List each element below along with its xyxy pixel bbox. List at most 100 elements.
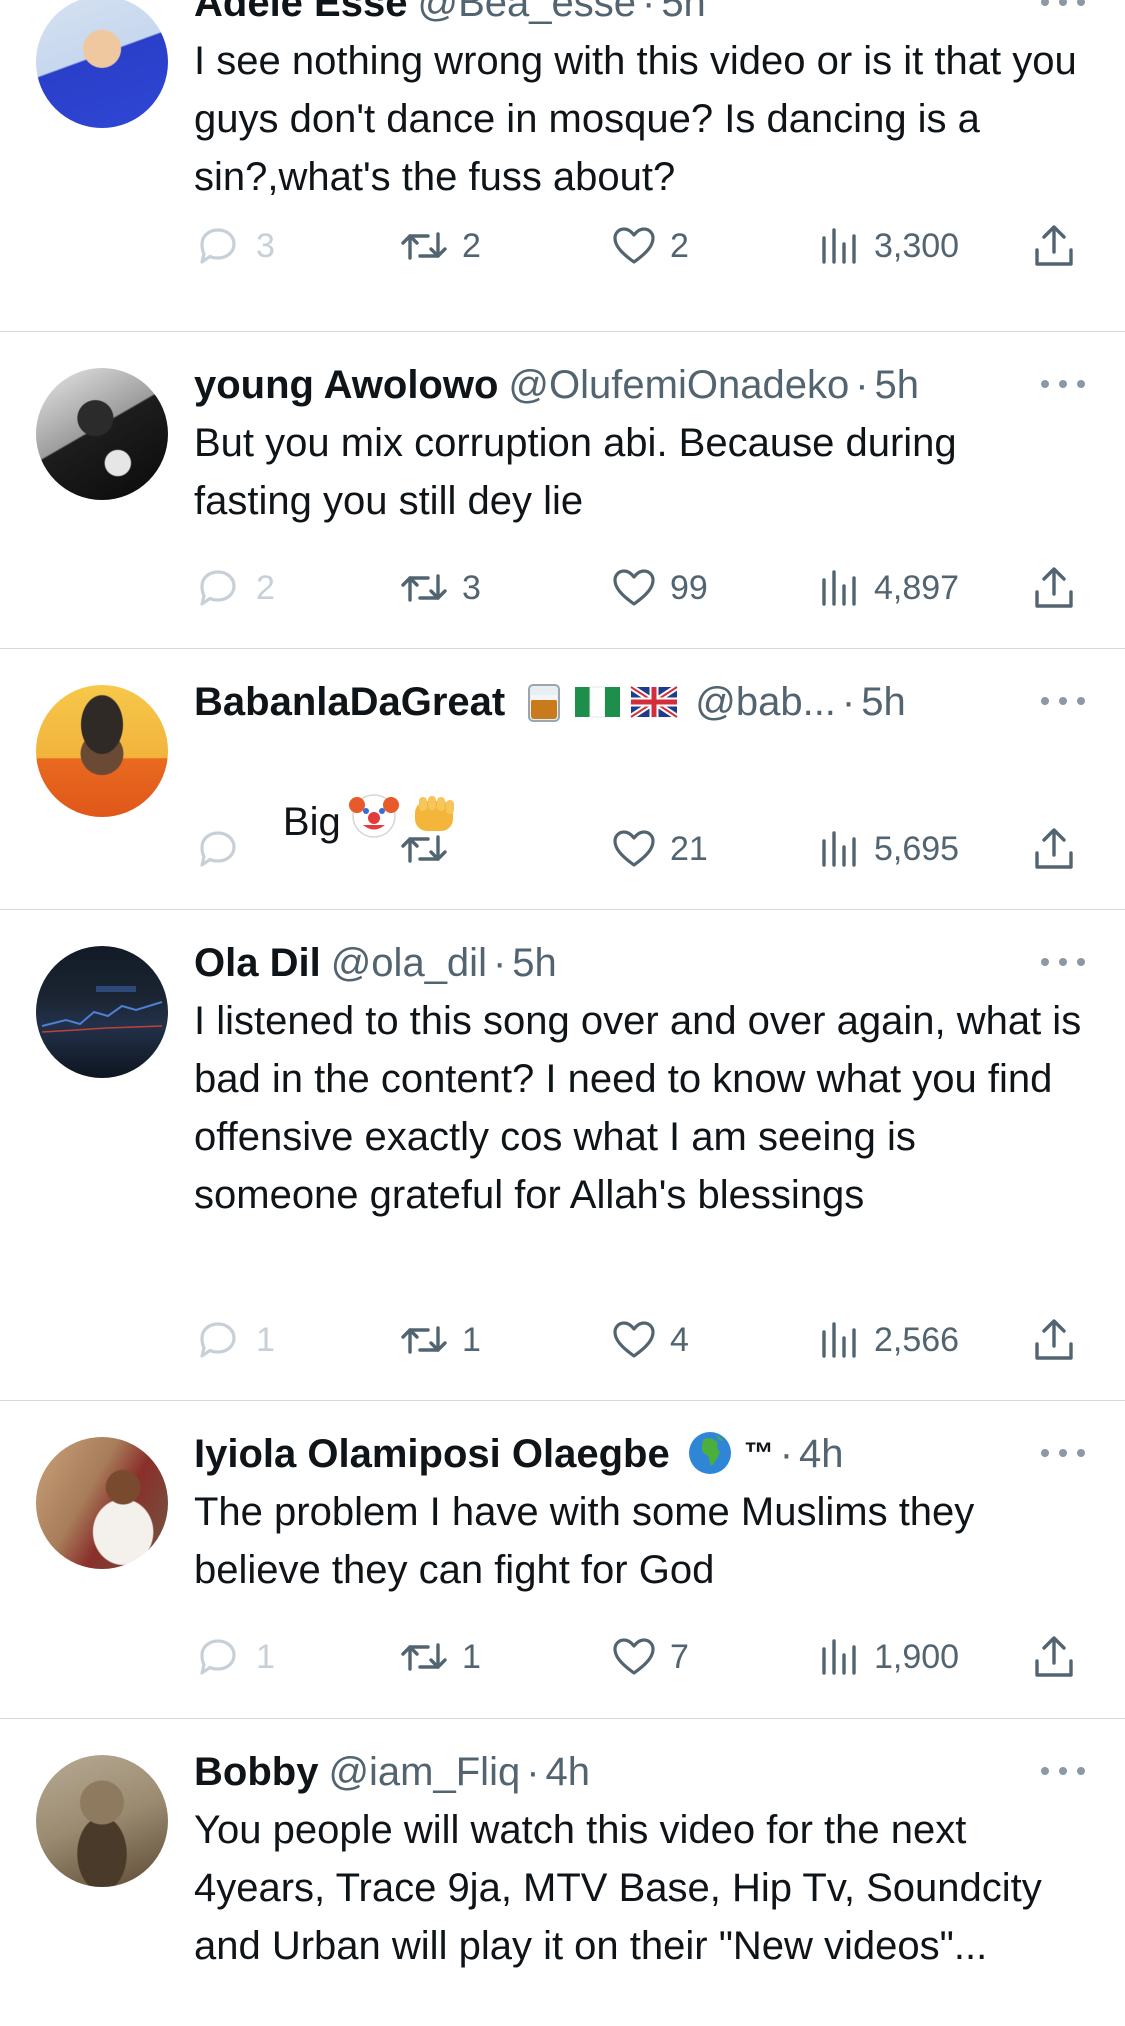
reply-count: 2 bbox=[256, 568, 275, 607]
retweet-button[interactable]: 2 bbox=[398, 218, 481, 274]
user-handle[interactable]: ™ bbox=[744, 1431, 774, 1477]
timestamp[interactable]: 5h bbox=[861, 679, 906, 725]
tweet-card[interactable]: Bobby @iam_Fliq · 4h You people will wat… bbox=[0, 1719, 1125, 2026]
views-button[interactable]: 1,900 bbox=[818, 1629, 959, 1685]
avatar[interactable] bbox=[36, 685, 168, 817]
avatar[interactable] bbox=[36, 1755, 168, 1887]
timestamp[interactable]: 5h bbox=[512, 940, 557, 986]
display-name[interactable]: young Awolowo bbox=[194, 362, 498, 408]
reply-button[interactable]: 3 bbox=[194, 218, 275, 274]
share-icon bbox=[1035, 225, 1073, 266]
share-button[interactable] bbox=[1032, 1312, 1076, 1368]
retweet-button[interactable]: 3 bbox=[398, 560, 481, 616]
views-button[interactable]: 5,695 bbox=[818, 821, 959, 877]
tweet-text: Big bbox=[194, 731, 1085, 909]
tweet-card[interactable]: Adele Esse @Bea_esse · 5h I see nothing … bbox=[0, 0, 1125, 332]
like-count: 99 bbox=[670, 568, 708, 607]
retweet-icon bbox=[401, 835, 447, 863]
timestamp[interactable]: 5h bbox=[875, 362, 920, 408]
avatar[interactable] bbox=[36, 946, 168, 1078]
tweet-text: The problem I have with some Muslims the… bbox=[194, 1490, 986, 1592]
share-button[interactable] bbox=[1032, 218, 1076, 274]
retweet-button[interactable]: 1 bbox=[398, 1312, 481, 1368]
tweet-text: But you mix corruption abi. Because duri… bbox=[194, 421, 968, 523]
views-bar-chart-icon bbox=[822, 228, 856, 264]
more-options-icon[interactable] bbox=[1041, 1751, 1085, 1791]
chart-thumbnail-icon bbox=[41, 986, 163, 1033]
tweet-text: I listened to this song over and over ag… bbox=[194, 999, 1093, 1217]
user-handle[interactable]: @ola_dil bbox=[331, 940, 487, 986]
whiskey-glass-icon bbox=[528, 684, 561, 722]
action-bar: 3 2 2 3,300 bbox=[194, 218, 1085, 274]
reply-icon bbox=[200, 1639, 236, 1675]
reply-button[interactable]: 2 bbox=[194, 560, 275, 616]
like-count: 2 bbox=[670, 226, 689, 265]
views-count: 1,900 bbox=[874, 1637, 960, 1676]
separator-dot: · bbox=[492, 941, 507, 985]
share-icon bbox=[1035, 567, 1073, 608]
reply-button[interactable]: 1 bbox=[194, 1629, 275, 1685]
like-count: 21 bbox=[670, 829, 708, 868]
views-button[interactable]: 4,897 bbox=[818, 560, 959, 616]
action-bar: 21 5,695 bbox=[194, 821, 1085, 877]
share-button[interactable] bbox=[1032, 560, 1076, 616]
action-bar: 2 3 99 4,897 bbox=[194, 560, 1085, 616]
timestamp[interactable]: 4h bbox=[799, 1431, 844, 1477]
tweet-header: Ola Dil @ola_dil · 5h bbox=[194, 940, 1085, 986]
avatar[interactable] bbox=[36, 1437, 168, 1569]
reply-button[interactable]: 1 bbox=[194, 1312, 275, 1368]
share-button[interactable] bbox=[1032, 1629, 1076, 1685]
display-name[interactable]: Adele Esse bbox=[194, 0, 407, 26]
like-button[interactable]: 4 bbox=[610, 1312, 689, 1368]
reply-icon bbox=[200, 228, 236, 264]
more-options-icon[interactable] bbox=[1041, 1433, 1085, 1473]
tweet-header: Bobby @iam_Fliq · 4h bbox=[194, 1749, 1085, 1795]
more-options-icon[interactable] bbox=[1041, 0, 1085, 22]
like-button[interactable]: 7 bbox=[610, 1629, 689, 1685]
more-options-icon[interactable] bbox=[1041, 681, 1085, 721]
display-name[interactable]: Bobby bbox=[194, 1749, 318, 1795]
more-options-icon[interactable] bbox=[1041, 364, 1085, 404]
reply-icon bbox=[200, 570, 236, 606]
retweet-count: 1 bbox=[462, 1320, 481, 1359]
globe-africa-icon bbox=[688, 1432, 731, 1474]
more-options-icon[interactable] bbox=[1041, 942, 1085, 982]
avatar[interactable] bbox=[36, 368, 168, 500]
timestamp[interactable]: 5h bbox=[661, 0, 706, 26]
like-button[interactable]: 2 bbox=[610, 218, 689, 274]
separator-dot: · bbox=[841, 680, 856, 724]
avatar[interactable] bbox=[36, 0, 168, 128]
tweet-card[interactable]: young Awolowo @OlufemiOnadeko · 5h But y… bbox=[0, 332, 1125, 649]
like-button[interactable]: 99 bbox=[610, 560, 708, 616]
retweet-button[interactable]: 1 bbox=[398, 1629, 481, 1685]
reply-feed: Adele Esse @Bea_esse · 5h I see nothing … bbox=[0, 0, 1125, 2026]
tweet-text: You people will watch this video for the… bbox=[194, 1808, 1053, 1968]
display-name[interactable]: Iyiola Olamiposi Olaegbe bbox=[194, 1431, 670, 1477]
views-bar-chart-icon bbox=[822, 831, 856, 867]
share-icon bbox=[1035, 828, 1073, 869]
nigeria-flag-icon bbox=[575, 686, 621, 718]
share-button[interactable] bbox=[1032, 821, 1076, 877]
retweet-button[interactable] bbox=[398, 821, 462, 877]
tweet-card[interactable]: BabanlaDaGreat @bab... · 5h Big 21 5,695 bbox=[0, 649, 1125, 910]
heart-icon bbox=[613, 830, 655, 867]
reply-count: 1 bbox=[256, 1320, 275, 1359]
reply-button[interactable] bbox=[194, 821, 256, 877]
tweet-card[interactable]: Ola Dil @ola_dil · 5h I listened to this… bbox=[0, 910, 1125, 1401]
separator-dot: · bbox=[641, 0, 656, 25]
display-name[interactable]: BabanlaDaGreat bbox=[194, 679, 505, 725]
user-handle[interactable]: @bab... bbox=[695, 679, 836, 725]
tweet-card[interactable]: Iyiola Olamiposi Olaegbe ™ · 4h The prob… bbox=[0, 1401, 1125, 1719]
timestamp[interactable]: 4h bbox=[546, 1749, 591, 1795]
display-name[interactable]: Ola Dil bbox=[194, 940, 321, 986]
retweet-count: 3 bbox=[462, 568, 481, 607]
views-button[interactable]: 2,566 bbox=[818, 1312, 959, 1368]
user-handle[interactable]: @Bea_esse bbox=[417, 0, 636, 26]
views-button[interactable]: 3,300 bbox=[818, 218, 959, 274]
user-handle[interactable]: @OlufemiOnadeko bbox=[508, 362, 849, 408]
views-count: 2,566 bbox=[874, 1320, 960, 1359]
like-button[interactable]: 21 bbox=[610, 821, 708, 877]
retweet-icon bbox=[401, 574, 447, 602]
retweet-icon bbox=[401, 232, 447, 260]
user-handle[interactable]: @iam_Fliq bbox=[328, 1749, 520, 1795]
